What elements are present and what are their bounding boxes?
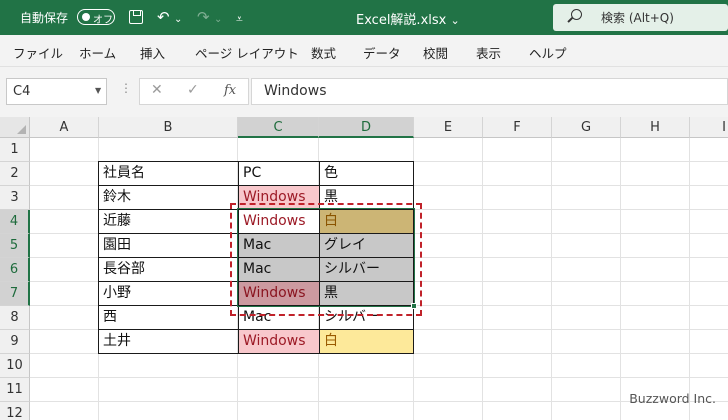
row-header-1[interactable]: 1	[0, 138, 30, 162]
name-box[interactable]: C4 ▼	[6, 78, 107, 105]
tab-data[interactable]: データ	[363, 43, 401, 62]
cell-c2[interactable]: PC	[238, 161, 320, 186]
column-header-e[interactable]: E	[414, 117, 483, 138]
row-header-5[interactable]: 5	[0, 234, 30, 258]
column-header-a[interactable]: A	[30, 117, 99, 138]
row-header-4[interactable]: 4	[0, 210, 30, 234]
cell-b8[interactable]: 西	[98, 305, 239, 330]
cell-d9[interactable]: 白	[319, 329, 414, 354]
autosave-toggle[interactable]: オフ	[77, 9, 115, 26]
cancel-icon[interactable]: ✕	[151, 82, 163, 98]
drag-handle-icon[interactable]: ⋮	[120, 81, 132, 95]
tab-formulas[interactable]: 数式	[311, 43, 336, 62]
gridline	[30, 377, 728, 378]
autosave-label: 自動保存	[20, 11, 69, 25]
save-icon[interactable]	[129, 10, 143, 24]
cell-d2[interactable]: 色	[319, 161, 414, 186]
tab-home[interactable]: ホーム	[79, 43, 116, 62]
row-header-10[interactable]: 10	[0, 354, 30, 378]
row-header-9[interactable]: 9	[0, 330, 30, 354]
search-icon	[571, 9, 582, 20]
formula-input[interactable]: Windows	[251, 78, 728, 105]
cell-b5[interactable]: 園田	[98, 233, 239, 258]
row-header-7[interactable]: 7	[0, 282, 30, 306]
undo-dropdown-icon[interactable]: ⌄	[174, 11, 182, 29]
toggle-knob	[82, 13, 90, 21]
row-header-12[interactable]: 12	[0, 402, 30, 420]
tab-page-layout[interactable]: ページ レイアウト	[195, 43, 299, 62]
file-name-chevron-icon: ⌄	[450, 14, 460, 27]
column-header-g[interactable]: G	[552, 117, 621, 138]
title-bar: 自動保存 オフ ↶ ⌄ ↷ ⌄ ⩡ Excel解説.xlsx ⌄ 検索 (Alt…	[0, 0, 728, 35]
select-all-button[interactable]	[0, 117, 30, 138]
cell-c9[interactable]: Windows	[238, 329, 320, 354]
row-header-3[interactable]: 3	[0, 186, 30, 210]
search-box[interactable]: 検索 (Alt+Q)	[553, 4, 728, 31]
customize-toolbar-icon[interactable]: ⩡	[236, 10, 243, 28]
tab-file[interactable]: ファイル	[13, 43, 63, 62]
row-header-8[interactable]: 8	[0, 306, 30, 330]
tab-help[interactable]: ヘルプ	[529, 43, 567, 62]
column-header-c[interactable]: C	[238, 117, 319, 138]
annotation-dashed-box	[230, 203, 422, 316]
gridline	[30, 401, 728, 402]
insert-function-icon[interactable]: fx	[224, 83, 236, 98]
undo-icon[interactable]: ↶	[157, 8, 170, 26]
name-box-value: C4	[13, 84, 31, 99]
row-header-6[interactable]: 6	[0, 258, 30, 282]
tab-review[interactable]: 校閲	[423, 43, 448, 62]
cell-b6[interactable]: 長谷部	[98, 257, 239, 282]
file-name-text: Excel解説.xlsx	[356, 13, 447, 28]
formula-bar: C4 ▼ ⋮ ✕ ✓ fx Windows	[0, 67, 728, 117]
redo-dropdown-icon[interactable]: ⌄	[214, 11, 222, 29]
tab-insert[interactable]: 挿入	[140, 43, 165, 62]
cell-b9[interactable]: 土井	[98, 329, 239, 354]
ribbon-tabs: ファイル ホーム 挿入 ページ レイアウト 数式 データ 校閲 表示 ヘルプ	[0, 35, 728, 67]
tab-view[interactable]: 表示	[476, 43, 501, 62]
formula-value: Windows	[264, 83, 327, 99]
row-header-11[interactable]: 11	[0, 378, 30, 402]
column-header-f[interactable]: F	[483, 117, 552, 138]
autosave-toggle-label: オフ	[93, 15, 113, 26]
cell-b7[interactable]: 小野	[98, 281, 239, 306]
formula-buttons: ✕ ✓ fx	[139, 78, 249, 105]
column-header-h[interactable]: H	[621, 117, 690, 138]
enter-icon[interactable]: ✓	[187, 82, 199, 98]
column-header-d[interactable]: D	[319, 117, 414, 138]
redo-icon[interactable]: ↷	[197, 8, 210, 26]
file-name[interactable]: Excel解説.xlsx ⌄	[356, 9, 460, 28]
column-header-i[interactable]: I	[690, 117, 728, 138]
search-placeholder: 検索 (Alt+Q)	[601, 11, 674, 25]
chevron-down-icon[interactable]: ▼	[95, 86, 101, 95]
cell-b2[interactable]: 社員名	[98, 161, 239, 186]
spreadsheet-grid[interactable]: A B C D E F G H I 1 2 3 4 5 6 7 8 9 10 1…	[0, 117, 728, 420]
cell-b3[interactable]: 鈴木	[98, 185, 239, 210]
column-header-b[interactable]: B	[99, 117, 238, 138]
cell-b4[interactable]: 近藤	[98, 209, 239, 234]
credit-text: Buzzword Inc.	[629, 391, 716, 406]
row-header-2[interactable]: 2	[0, 162, 30, 186]
